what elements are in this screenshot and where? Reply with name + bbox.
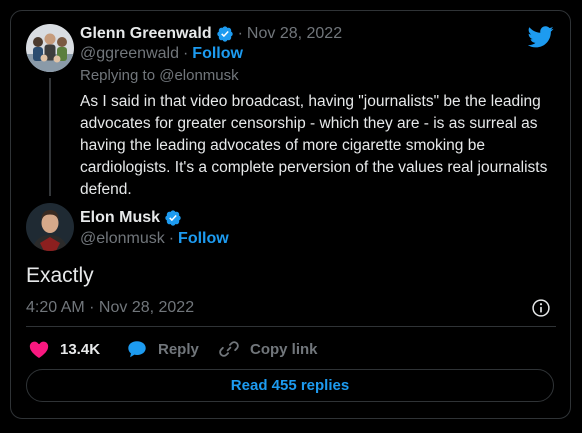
copy-link-button[interactable]: Copy link xyxy=(218,338,318,360)
author-name[interactable]: Elon Musk xyxy=(80,209,160,227)
separator-dot: · xyxy=(168,230,175,247)
copy-link-label: Copy link xyxy=(250,340,318,358)
follow-button[interactable]: Follow xyxy=(178,230,229,248)
avatar-elonmusk[interactable] xyxy=(26,203,74,251)
main-handle-row: @elonmusk · Follow xyxy=(80,230,229,248)
tweet-timestamp[interactable]: 4:20 AM · Nov 28, 2022 xyxy=(26,299,194,317)
avatar-ggreenwald[interactable] xyxy=(26,24,74,72)
divider xyxy=(26,326,556,327)
main-tweet-header: Elon Musk xyxy=(80,209,182,227)
author-handle[interactable]: @ggreenwald xyxy=(80,45,179,63)
heart-icon xyxy=(29,341,49,358)
thread-connector-line xyxy=(49,78,51,196)
twitter-bird-icon[interactable] xyxy=(528,26,554,48)
verified-badge-icon xyxy=(216,26,233,42)
parent-tweet-text: As I said in that video broadcast, havin… xyxy=(80,93,548,198)
speech-bubble-icon xyxy=(128,341,146,358)
verified-badge-icon xyxy=(165,210,181,226)
reply-label: Reply xyxy=(158,340,199,358)
follow-button[interactable]: Follow xyxy=(192,45,243,63)
read-replies-button[interactable]: Read 455 replies xyxy=(26,369,554,402)
main-tweet-text: Exactly xyxy=(26,264,94,287)
author-name[interactable]: Glenn Greenwald xyxy=(80,25,212,43)
replying-to[interactable]: Replying to @elonmusk xyxy=(80,67,239,84)
author-handle[interactable]: @elonmusk xyxy=(80,230,165,248)
like-count: 13.4K xyxy=(60,340,101,358)
tweet-date[interactable]: Nov 28, 2022 xyxy=(247,25,342,43)
like-button[interactable]: 13.4K xyxy=(28,338,100,360)
parent-tweet-header: Glenn Greenwald · Nov 28, 2022 xyxy=(80,25,342,43)
reply-button[interactable]: Reply xyxy=(126,338,199,360)
separator-dot: · xyxy=(237,25,243,42)
separator-dot: · xyxy=(182,45,189,62)
parent-handle-row: @ggreenwald · Follow xyxy=(80,45,243,63)
info-icon[interactable] xyxy=(531,298,551,318)
link-icon xyxy=(219,341,239,357)
